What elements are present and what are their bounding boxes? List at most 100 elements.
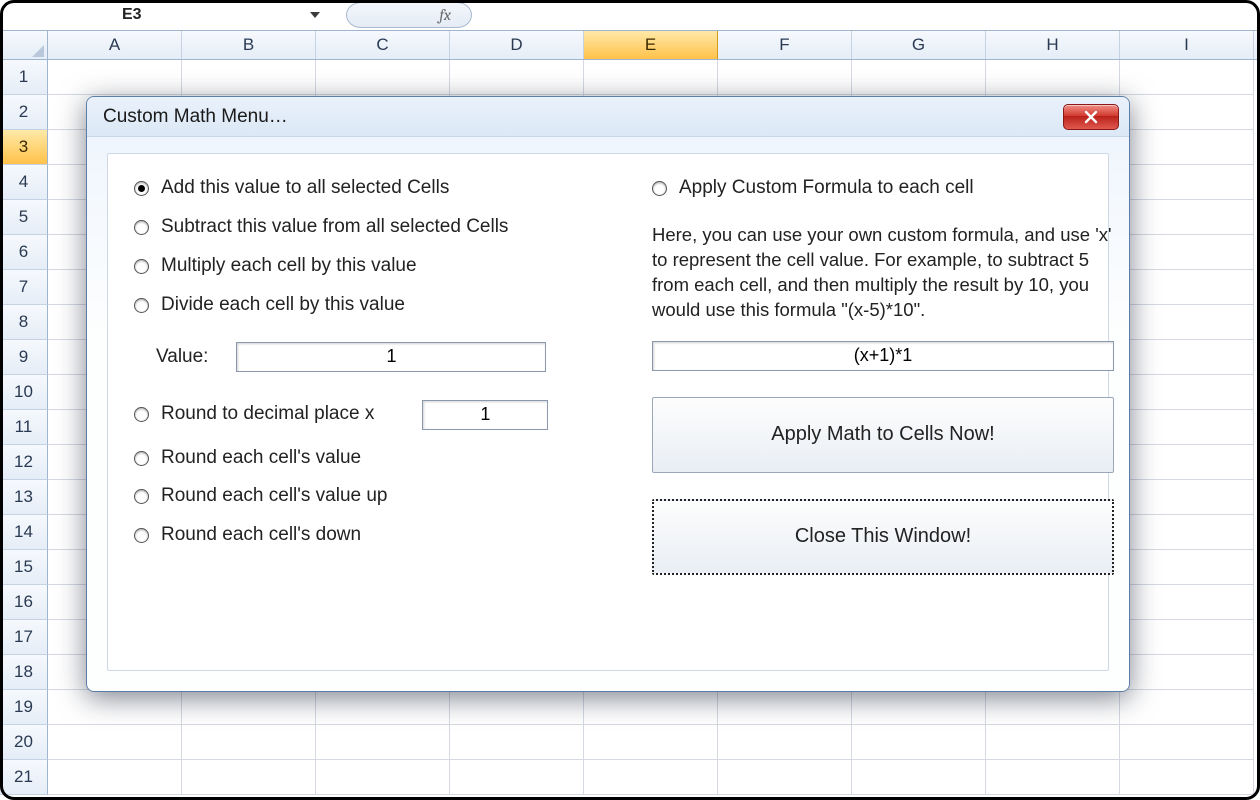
cell[interactable] (1120, 725, 1254, 760)
row-header[interactable]: 10 (0, 375, 48, 410)
cell[interactable] (48, 760, 182, 795)
cell[interactable] (1120, 515, 1254, 550)
cell[interactable] (852, 60, 986, 95)
row-header[interactable]: 7 (0, 270, 48, 305)
row-header[interactable]: 4 (0, 165, 48, 200)
cell[interactable] (1120, 445, 1254, 480)
cell[interactable] (986, 690, 1120, 725)
cell[interactable] (1120, 235, 1254, 270)
cell[interactable] (1120, 480, 1254, 515)
round-to-input[interactable] (422, 400, 548, 430)
row-header[interactable]: 9 (0, 340, 48, 375)
cell[interactable] (316, 690, 450, 725)
radio-add[interactable]: Add this value to all selected Cells (134, 178, 614, 199)
radio-round-up[interactable]: Round each cell's value up (134, 486, 614, 507)
insert-function-button[interactable]: fx (346, 2, 472, 28)
col-header-c[interactable]: C (316, 31, 450, 59)
value-input[interactable] (236, 342, 546, 372)
row-header[interactable]: 15 (0, 550, 48, 585)
cell[interactable] (316, 725, 450, 760)
col-header-d[interactable]: D (450, 31, 584, 59)
cell[interactable] (718, 760, 852, 795)
apply-math-button[interactable]: Apply Math to Cells Now! (652, 397, 1114, 473)
close-window-button[interactable]: Close This Window! (652, 499, 1114, 575)
cell[interactable] (852, 725, 986, 760)
cell[interactable] (1120, 375, 1254, 410)
cell[interactable] (1120, 270, 1254, 305)
custom-formula-input[interactable] (652, 341, 1114, 371)
cell[interactable] (1120, 305, 1254, 340)
dialog-close-button[interactable] (1063, 104, 1119, 130)
cell[interactable] (1120, 550, 1254, 585)
cell[interactable] (718, 60, 852, 95)
cell[interactable] (1120, 585, 1254, 620)
radio-round-each[interactable]: Round each cell's value (134, 448, 614, 469)
radio-round-to[interactable]: Round to decimal place x (134, 404, 374, 425)
row-header[interactable]: 21 (0, 760, 48, 795)
col-header-h[interactable]: H (986, 31, 1120, 59)
cell[interactable] (584, 760, 718, 795)
cell[interactable] (316, 60, 450, 95)
row-header[interactable]: 6 (0, 235, 48, 270)
row-header[interactable]: 12 (0, 445, 48, 480)
cell[interactable] (1120, 340, 1254, 375)
row-header[interactable]: 17 (0, 620, 48, 655)
col-header-g[interactable]: G (852, 31, 986, 59)
col-header-i[interactable]: I (1120, 31, 1254, 59)
cell[interactable] (450, 760, 584, 795)
cell[interactable] (182, 690, 316, 725)
col-header-f[interactable]: F (718, 31, 852, 59)
row-header[interactable]: 3 (0, 130, 48, 165)
cell[interactable] (718, 690, 852, 725)
radio-round-down[interactable]: Round each cell's down (134, 525, 614, 546)
cell[interactable] (1120, 95, 1254, 130)
row-header[interactable]: 19 (0, 690, 48, 725)
cell[interactable] (1120, 60, 1254, 95)
cell[interactable] (1120, 165, 1254, 200)
row-header[interactable]: 14 (0, 515, 48, 550)
row-header[interactable]: 11 (0, 410, 48, 445)
cell[interactable] (986, 60, 1120, 95)
col-header-e[interactable]: E (584, 31, 718, 59)
col-header-a[interactable]: A (48, 31, 182, 59)
cell[interactable] (182, 760, 316, 795)
cell[interactable] (1120, 200, 1254, 235)
radio-custom-formula[interactable]: Apply Custom Formula to each cell (652, 178, 1114, 199)
row-header[interactable]: 1 (0, 60, 48, 95)
cell[interactable] (1120, 620, 1254, 655)
name-box[interactable] (110, 3, 300, 27)
formula-input[interactable] (472, 3, 1260, 27)
cell[interactable] (182, 60, 316, 95)
cell[interactable] (584, 690, 718, 725)
cell[interactable] (316, 760, 450, 795)
row-header[interactable]: 18 (0, 655, 48, 690)
dialog-titlebar[interactable]: Custom Math Menu… (87, 97, 1129, 137)
cell[interactable] (450, 690, 584, 725)
cell[interactable] (1120, 690, 1254, 725)
cell[interactable] (1120, 130, 1254, 165)
row-header[interactable]: 16 (0, 585, 48, 620)
row-header[interactable]: 13 (0, 480, 48, 515)
cell[interactable] (986, 725, 1120, 760)
cell[interactable] (584, 60, 718, 95)
row-header[interactable]: 5 (0, 200, 48, 235)
row-header[interactable]: 20 (0, 725, 48, 760)
cell[interactable] (584, 725, 718, 760)
cell[interactable] (1120, 760, 1254, 795)
cell[interactable] (48, 690, 182, 725)
cell[interactable] (48, 60, 182, 95)
cell[interactable] (986, 760, 1120, 795)
cell[interactable] (450, 725, 584, 760)
radio-divide[interactable]: Divide each cell by this value (134, 295, 614, 316)
cell[interactable] (852, 690, 986, 725)
cell[interactable] (1120, 410, 1254, 445)
cell[interactable] (718, 725, 852, 760)
cell[interactable] (852, 760, 986, 795)
cell[interactable] (1120, 655, 1254, 690)
cell[interactable] (450, 60, 584, 95)
cell[interactable] (48, 725, 182, 760)
row-header[interactable]: 2 (0, 95, 48, 130)
radio-multiply[interactable]: Multiply each cell by this value (134, 256, 614, 277)
row-header[interactable]: 8 (0, 305, 48, 340)
cell[interactable] (182, 725, 316, 760)
